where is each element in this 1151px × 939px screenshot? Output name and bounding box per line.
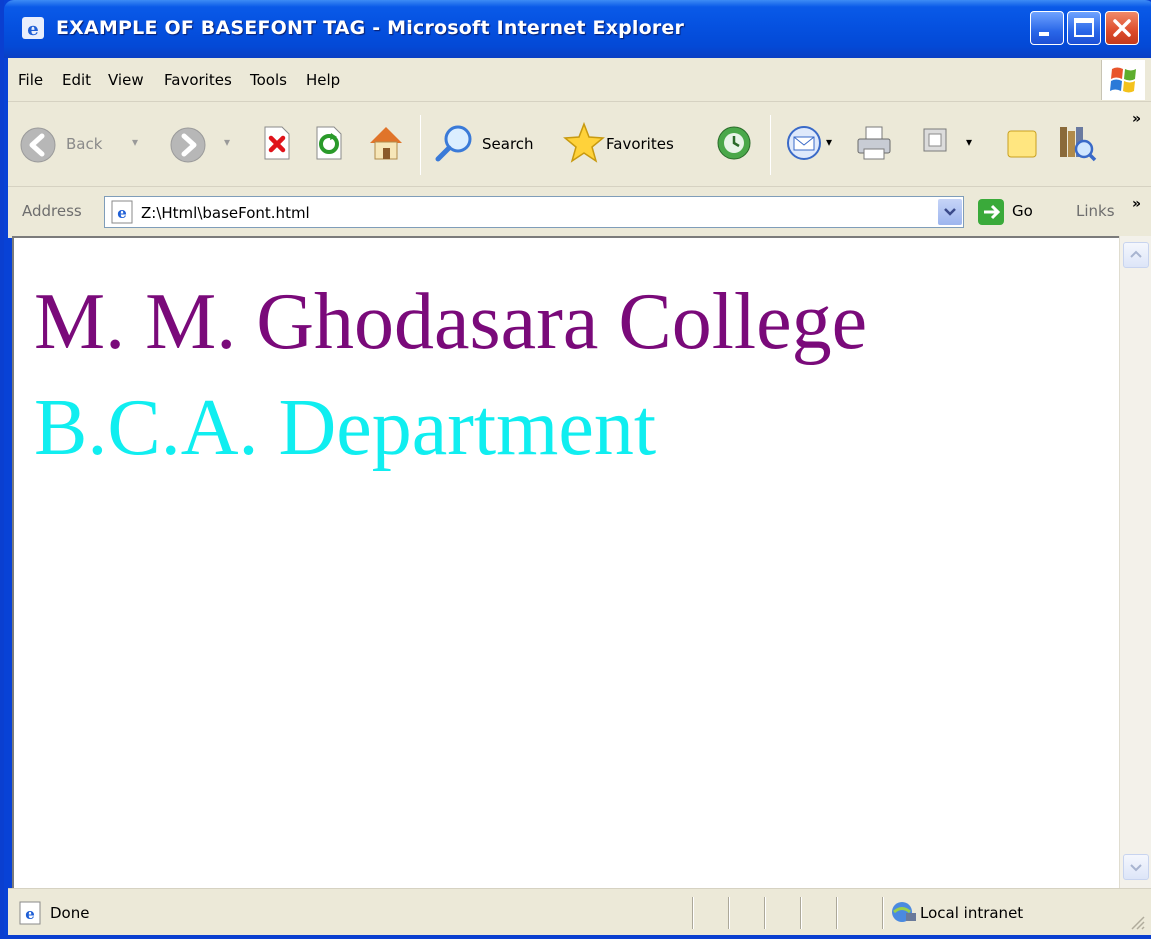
browser-chrome: File Edit View Favorites Tools Help Back… (8, 58, 1151, 238)
history-icon (717, 126, 751, 160)
standard-toolbar: Back ▾ ▾ Search Favorites ▾ ▾ » (8, 103, 1151, 187)
back-icon (20, 127, 56, 163)
address-bar: Address e Z:\Html\baseFont.html Go Links (8, 188, 1151, 236)
svg-text:e: e (27, 19, 38, 40)
go-arrow-icon (978, 199, 1004, 225)
status-divider (692, 897, 694, 929)
page-ie-icon: e (111, 200, 133, 224)
minimize-icon (1039, 32, 1049, 36)
close-button[interactable] (1105, 11, 1139, 45)
toolbar-chevron[interactable]: » (1132, 111, 1141, 127)
mail-icon (787, 126, 821, 160)
favorites-label: Favorites (606, 135, 674, 153)
status-divider (800, 897, 802, 929)
print-button[interactable] (854, 123, 898, 167)
edit-button[interactable]: ▾ (920, 125, 980, 165)
vertical-scrollbar[interactable] (1119, 236, 1151, 888)
go-button[interactable]: Go (974, 196, 1044, 228)
discuss-icon (1007, 130, 1037, 158)
edit-dropdown-arrow[interactable]: ▾ (966, 135, 972, 149)
home-button[interactable] (364, 121, 408, 167)
windows-logo-icon (1110, 67, 1136, 93)
scroll-down-button[interactable] (1123, 854, 1149, 880)
svg-text:e: e (25, 905, 35, 923)
stop-button[interactable] (260, 123, 300, 167)
links-chevron[interactable]: » (1132, 196, 1141, 212)
ie-icon: e (22, 17, 44, 40)
favorites-button[interactable]: Favorites (562, 121, 698, 167)
research-button[interactable] (1054, 121, 1098, 167)
scroll-up-button[interactable] (1123, 242, 1149, 268)
department-heading: B.C.A. Department (34, 384, 657, 472)
forward-dropdown-arrow[interactable]: ▾ (224, 135, 230, 149)
discuss-button[interactable] (1002, 123, 1046, 167)
refresh-icon (316, 126, 342, 160)
menu-view[interactable]: View (108, 71, 144, 89)
status-bar: e Done Local intranet (8, 888, 1151, 935)
home-icon (370, 127, 402, 160)
chevron-down-icon (1130, 864, 1142, 872)
resize-grip-icon[interactable] (1128, 913, 1146, 931)
search-icon (435, 125, 472, 162)
local-intranet-icon (892, 902, 916, 922)
close-icon (1113, 19, 1131, 37)
menu-edit[interactable]: Edit (62, 71, 91, 89)
mail-dropdown-arrow[interactable]: ▾ (826, 135, 832, 149)
search-button[interactable]: Search (432, 121, 550, 167)
status-divider (882, 897, 884, 929)
status-divider (728, 897, 730, 929)
menu-help[interactable]: Help (306, 71, 340, 89)
back-label: Back (66, 135, 103, 153)
research-icon (1060, 127, 1097, 162)
svg-text:e: e (117, 204, 127, 222)
status-divider (764, 897, 766, 929)
edit-icon (923, 128, 947, 152)
back-button[interactable]: Back ▾ (16, 123, 156, 167)
favorites-star-icon (563, 121, 605, 163)
back-dropdown-arrow[interactable]: ▾ (132, 135, 138, 149)
links-label[interactable]: Links (1076, 202, 1115, 220)
menu-bar: File Edit View Favorites Tools Help (8, 58, 1151, 102)
print-icon (857, 126, 891, 160)
history-button[interactable] (714, 123, 758, 167)
page-done-icon: e (19, 901, 41, 925)
menu-favorites[interactable]: Favorites (164, 71, 232, 89)
status-divider (836, 897, 838, 929)
search-label: Search (482, 135, 534, 153)
address-input[interactable]: e Z:\Html\baseFont.html (104, 196, 964, 228)
menu-tools[interactable]: Tools (250, 71, 287, 89)
title-bar[interactable]: e EXAMPLE OF BASEFONT TAG - Microsoft In… (4, 0, 1151, 58)
mail-button[interactable]: ▾ (784, 123, 844, 167)
security-zone: Local intranet (920, 904, 1024, 922)
address-dropdown[interactable] (938, 199, 962, 225)
page-content: M. M. Ghodasara College B.C.A. Departmen… (12, 236, 1119, 888)
forward-icon (170, 127, 206, 163)
status-text: Done (50, 904, 90, 922)
chevron-down-icon (944, 208, 956, 216)
college-heading: M. M. Ghodasara College (34, 278, 868, 366)
address-label: Address (22, 202, 82, 220)
windows-logo (1101, 60, 1145, 100)
maximize-button[interactable] (1067, 11, 1101, 45)
refresh-button[interactable] (312, 123, 352, 167)
toolbar-separator (420, 115, 421, 175)
chevron-up-icon (1130, 250, 1142, 258)
toolbar-separator-2 (770, 115, 771, 175)
address-url: Z:\Html\baseFont.html (141, 204, 310, 222)
minimize-button[interactable] (1030, 11, 1064, 45)
stop-icon (264, 126, 290, 160)
forward-button[interactable]: ▾ (166, 123, 246, 167)
browser-window: e EXAMPLE OF BASEFONT TAG - Microsoft In… (0, 0, 1151, 939)
window-title: EXAMPLE OF BASEFONT TAG - Microsoft Inte… (56, 17, 685, 39)
go-label: Go (1012, 202, 1033, 220)
menu-file[interactable]: File (18, 71, 43, 89)
maximize-icon (1074, 18, 1094, 37)
